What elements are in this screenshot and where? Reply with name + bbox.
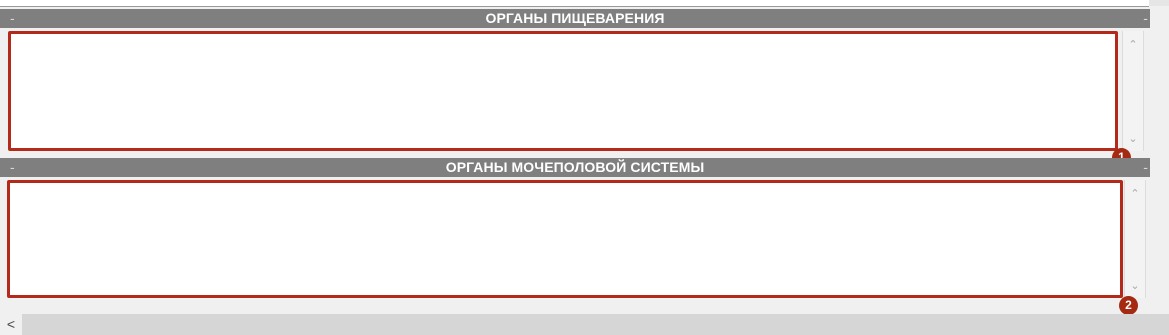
chevron-down-icon[interactable]: ⌄: [1125, 280, 1145, 292]
chevron-up-icon[interactable]: ⌃: [1123, 39, 1143, 51]
header-dash-left: -: [10, 10, 15, 26]
chevron-left-icon[interactable]: <: [0, 314, 22, 335]
section-title-digestive: ОРГАНЫ ПИЩЕВАРЕНИЯ: [485, 10, 665, 26]
annotation-badge-2: 2: [1119, 296, 1138, 315]
genitourinary-system-vertical-scrollbar[interactable]: ⌃ ⌄: [1124, 180, 1146, 298]
section-header-genitourinary: - ОРГАНЫ МОЧЕПОЛОВОЙ СИСТЕМЫ -: [0, 158, 1150, 177]
section-header-digestive: - ОРГАНЫ ПИЩЕВАРЕНИЯ -: [0, 9, 1150, 28]
header-dash-left: -: [10, 159, 15, 175]
genitourinary-system-text-area[interactable]: [7, 180, 1123, 298]
header-dash-right: -: [1143, 10, 1148, 26]
chevron-up-icon[interactable]: ⌃: [1125, 188, 1145, 200]
previous-scrollbar-edge: [1149, 0, 1169, 6]
section-title-genitourinary: ОРГАНЫ МОЧЕПОЛОВОЙ СИСТЕМЫ: [445, 159, 705, 175]
header-dash-right: -: [1143, 159, 1148, 175]
chevron-down-icon[interactable]: ⌄: [1123, 133, 1143, 145]
previous-text-area-edge: [0, 0, 1149, 7]
horizontal-scrollbar[interactable]: <: [0, 314, 1169, 335]
digestive-organs-text-area[interactable]: [8, 31, 1118, 151]
digestive-organs-vertical-scrollbar[interactable]: ⌃ ⌄: [1122, 31, 1144, 151]
